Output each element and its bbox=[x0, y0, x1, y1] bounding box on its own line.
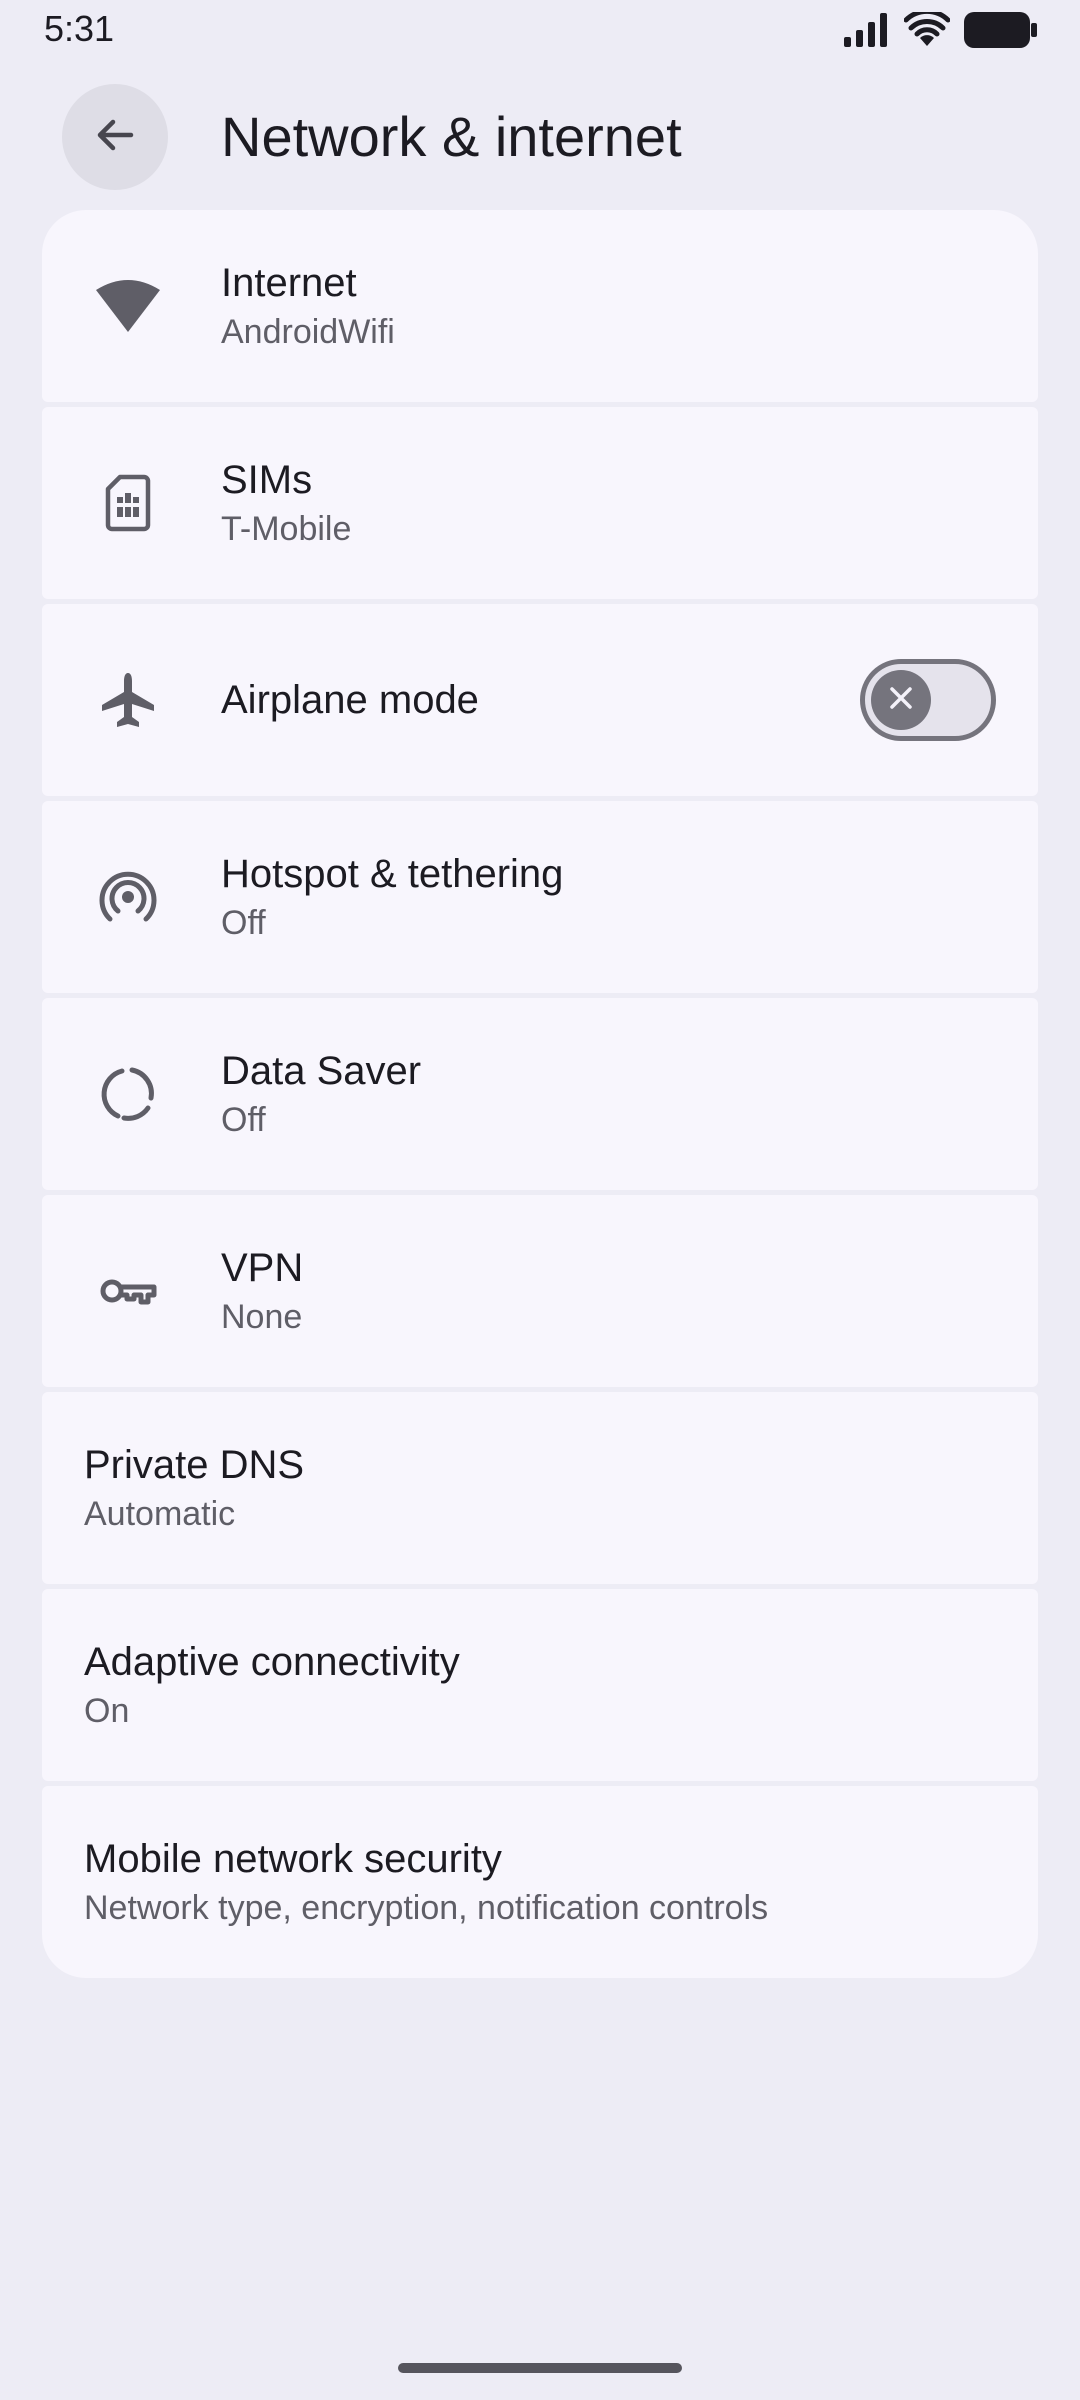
back-button[interactable] bbox=[62, 84, 168, 190]
key-icon bbox=[94, 1257, 162, 1325]
vpn-summary: None bbox=[221, 1298, 303, 1336]
mobile-network-security-summary: Network type, encryption, notification c… bbox=[84, 1889, 769, 1927]
airplane-icon bbox=[94, 666, 162, 734]
sims-title: SIMs bbox=[221, 458, 313, 502]
internet-item[interactable]: Internet AndroidWifi bbox=[42, 210, 1038, 402]
close-icon bbox=[888, 685, 914, 716]
airplane-mode-toggle[interactable] bbox=[860, 659, 996, 741]
toggle-thumb bbox=[871, 670, 931, 730]
status-time: 5:31 bbox=[44, 8, 115, 49]
wifi-icon bbox=[94, 272, 162, 340]
status-bar: 5:31 bbox=[0, 0, 1080, 62]
internet-title: Internet bbox=[221, 261, 357, 305]
vpn-title: VPN bbox=[221, 1246, 304, 1290]
sim-card-icon bbox=[94, 469, 162, 537]
data-saver-title: Data Saver bbox=[221, 1049, 422, 1093]
data-saver-item[interactable]: Data Saver Off bbox=[42, 998, 1038, 1190]
private-dns-item[interactable]: Private DNS Automatic bbox=[42, 1392, 1038, 1584]
adaptive-connectivity-summary: On bbox=[84, 1692, 130, 1730]
cell-signal-icon bbox=[844, 13, 890, 52]
status-icons bbox=[844, 8, 1038, 53]
wifi-status-icon bbox=[903, 8, 951, 53]
vpn-item[interactable]: VPN None bbox=[42, 1195, 1038, 1387]
app-bar: Network & internet bbox=[0, 80, 1080, 192]
hotspot-item[interactable]: Hotspot & tethering Off bbox=[42, 801, 1038, 993]
arrow-back-icon bbox=[91, 111, 139, 164]
gesture-nav-handle[interactable] bbox=[398, 2363, 682, 2373]
internet-summary: AndroidWifi bbox=[221, 313, 395, 351]
adaptive-connectivity-title: Adaptive connectivity bbox=[84, 1640, 460, 1684]
page-title: Network & internet bbox=[221, 105, 682, 168]
sims-item[interactable]: SIMs T-Mobile bbox=[42, 407, 1038, 599]
settings-list: Internet AndroidWifi SIMs T-Mobile Airpl… bbox=[42, 210, 1038, 1978]
mobile-network-security-item[interactable]: Mobile network security Network type, en… bbox=[42, 1786, 1038, 1978]
hotspot-title: Hotspot & tethering bbox=[221, 852, 564, 896]
private-dns-title: Private DNS bbox=[84, 1443, 305, 1487]
mobile-network-security-title: Mobile network security bbox=[84, 1837, 502, 1881]
hotspot-summary: Off bbox=[221, 904, 266, 942]
airplane-mode-item[interactable]: Airplane mode bbox=[42, 604, 1038, 796]
battery-icon bbox=[964, 12, 1038, 53]
sims-summary: T-Mobile bbox=[221, 510, 352, 548]
private-dns-summary: Automatic bbox=[84, 1495, 236, 1533]
adaptive-connectivity-item[interactable]: Adaptive connectivity On bbox=[42, 1589, 1038, 1781]
hotspot-icon bbox=[94, 863, 162, 931]
data-saver-summary: Off bbox=[221, 1101, 266, 1139]
data-saver-icon bbox=[94, 1060, 162, 1128]
